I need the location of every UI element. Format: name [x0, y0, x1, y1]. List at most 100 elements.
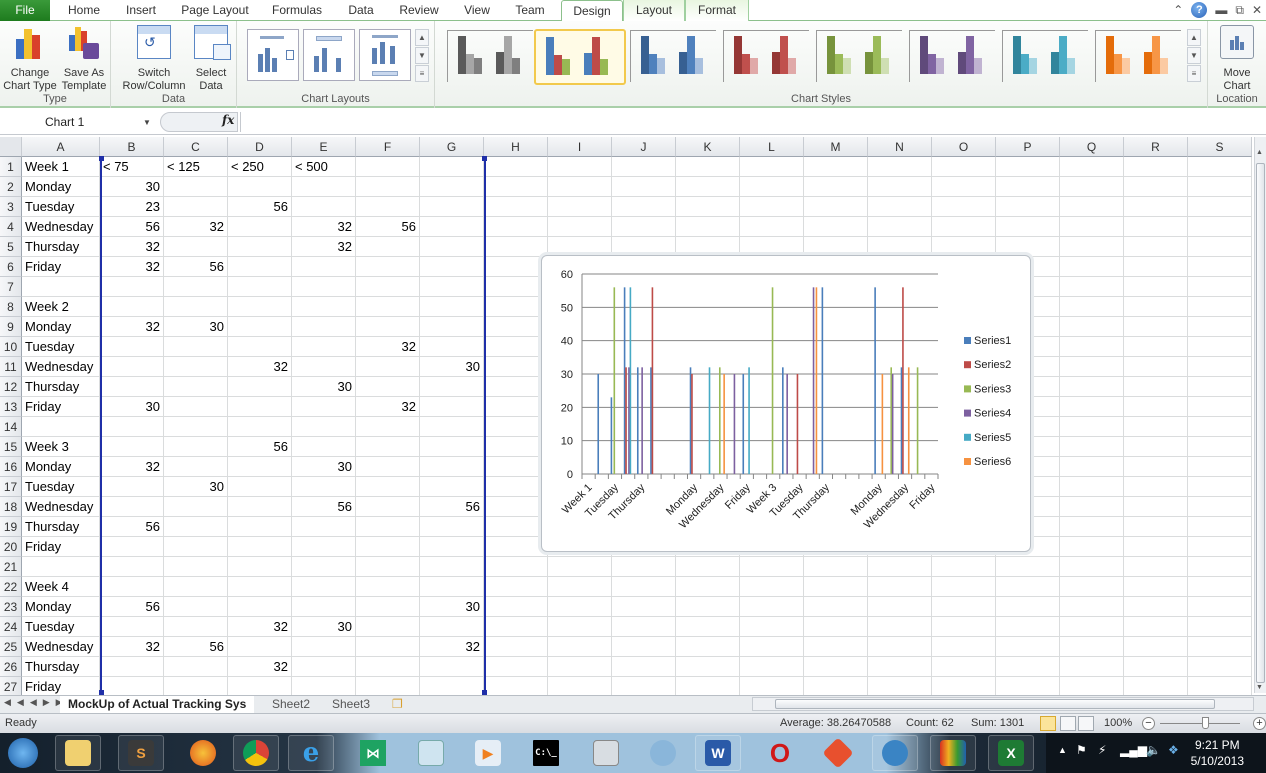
column-header-g[interactable]: G: [420, 137, 484, 157]
taskbar-opera[interactable]: O: [757, 735, 803, 771]
cell-c24[interactable]: [164, 617, 228, 637]
cell-g23[interactable]: 30: [420, 597, 484, 617]
layouts-scroll-up-button[interactable]: ▲: [415, 29, 429, 46]
zoom-level[interactable]: 100%: [1104, 714, 1132, 733]
cell-a16[interactable]: Monday: [22, 457, 100, 477]
cell-r20[interactable]: [1124, 537, 1188, 557]
cell-g4[interactable]: [420, 217, 484, 237]
range-handle-top-right[interactable]: [482, 156, 487, 161]
cell-b4[interactable]: 56: [100, 217, 164, 237]
cell-b19[interactable]: 56: [100, 517, 164, 537]
formula-input[interactable]: [240, 112, 1266, 132]
cell-r26[interactable]: [1124, 657, 1188, 677]
cell-e23[interactable]: [292, 597, 356, 617]
sheet-tab-sheet2[interactable]: Sheet2: [264, 696, 318, 714]
tab-data[interactable]: Data: [340, 0, 382, 21]
cell-q2[interactable]: [1060, 177, 1124, 197]
cell-n5[interactable]: [868, 237, 932, 257]
cell-a19[interactable]: Thursday: [22, 517, 100, 537]
cell-s27[interactable]: [1188, 677, 1252, 697]
cell-r16[interactable]: [1124, 457, 1188, 477]
tab-file[interactable]: File: [0, 0, 50, 21]
cell-c4[interactable]: 32: [164, 217, 228, 237]
zoom-slider-thumb[interactable]: [1202, 717, 1209, 729]
cell-f7[interactable]: [356, 277, 420, 297]
row-header[interactable]: 12: [0, 377, 22, 397]
cell-s17[interactable]: [1188, 477, 1252, 497]
cell-s1[interactable]: [1188, 157, 1252, 177]
taskbar-network[interactable]: [583, 735, 629, 771]
close-window-icon[interactable]: ✕: [1252, 3, 1262, 17]
cell-f8[interactable]: [356, 297, 420, 317]
cell-o21[interactable]: [932, 557, 996, 577]
cell-h16[interactable]: [484, 457, 548, 477]
cell-s23[interactable]: [1188, 597, 1252, 617]
cell-j27[interactable]: [612, 677, 676, 697]
cell-f23[interactable]: [356, 597, 420, 617]
cell-h24[interactable]: [484, 617, 548, 637]
cell-h4[interactable]: [484, 217, 548, 237]
row-header[interactable]: 14: [0, 417, 22, 437]
cell-d24[interactable]: 32: [228, 617, 292, 637]
cell-f15[interactable]: [356, 437, 420, 457]
cell-i4[interactable]: [548, 217, 612, 237]
cell-a1[interactable]: Week 1: [22, 157, 100, 177]
restore-window-icon[interactable]: ⧉: [1235, 3, 1244, 18]
cell-n24[interactable]: [868, 617, 932, 637]
cell-e14[interactable]: [292, 417, 356, 437]
cell-p3[interactable]: [996, 197, 1060, 217]
cell-j2[interactable]: [612, 177, 676, 197]
cell-d9[interactable]: [228, 317, 292, 337]
cell-c3[interactable]: [164, 197, 228, 217]
cell-b23[interactable]: 56: [100, 597, 164, 617]
cell-c2[interactable]: [164, 177, 228, 197]
sheet-tab-sheet3[interactable]: Sheet3: [324, 696, 378, 714]
taskbar-visual-studio[interactable]: ⋈: [350, 735, 396, 771]
cell-j1[interactable]: [612, 157, 676, 177]
cell-a25[interactable]: Wednesday: [22, 637, 100, 657]
cell-g17[interactable]: [420, 477, 484, 497]
cell-p1[interactable]: [996, 157, 1060, 177]
cell-p25[interactable]: [996, 637, 1060, 657]
row-header[interactable]: 9: [0, 317, 22, 337]
cell-h17[interactable]: [484, 477, 548, 497]
chart-style-orange[interactable]: [1095, 30, 1181, 82]
cell-f27[interactable]: [356, 677, 420, 697]
cell-b18[interactable]: [100, 497, 164, 517]
column-header-i[interactable]: I: [548, 137, 612, 157]
cell-c16[interactable]: [164, 457, 228, 477]
cell-q19[interactable]: [1060, 517, 1124, 537]
move-chart-button[interactable]: Move Chart: [1214, 25, 1260, 93]
cell-k26[interactable]: [676, 657, 740, 677]
cell-d17[interactable]: [228, 477, 292, 497]
cell-d13[interactable]: [228, 397, 292, 417]
row-header[interactable]: 6: [0, 257, 22, 277]
cell-a11[interactable]: Wednesday: [22, 357, 100, 377]
cell-r24[interactable]: [1124, 617, 1188, 637]
chart-style-green[interactable]: [816, 30, 902, 82]
cell-e9[interactable]: [292, 317, 356, 337]
cell-m5[interactable]: [804, 237, 868, 257]
cell-q5[interactable]: [1060, 237, 1124, 257]
taskbar-chrome[interactable]: [233, 735, 279, 771]
chart-layout-2[interactable]: [303, 29, 355, 81]
cell-s16[interactable]: [1188, 457, 1252, 477]
cell-s20[interactable]: [1188, 537, 1252, 557]
power-icon[interactable]: ⚡: [1098, 743, 1106, 757]
column-header-q[interactable]: Q: [1060, 137, 1124, 157]
cell-f4[interactable]: 56: [356, 217, 420, 237]
cell-d14[interactable]: [228, 417, 292, 437]
cell-s15[interactable]: [1188, 437, 1252, 457]
cell-e12[interactable]: 30: [292, 377, 356, 397]
cell-i3[interactable]: [548, 197, 612, 217]
cell-d2[interactable]: [228, 177, 292, 197]
cell-e18[interactable]: 56: [292, 497, 356, 517]
cell-n3[interactable]: [868, 197, 932, 217]
cell-o27[interactable]: [932, 677, 996, 697]
vertical-scroll-thumb[interactable]: [1256, 163, 1265, 683]
cell-e21[interactable]: [292, 557, 356, 577]
cell-j26[interactable]: [612, 657, 676, 677]
cell-q26[interactable]: [1060, 657, 1124, 677]
cell-i24[interactable]: [548, 617, 612, 637]
cell-h9[interactable]: [484, 317, 548, 337]
